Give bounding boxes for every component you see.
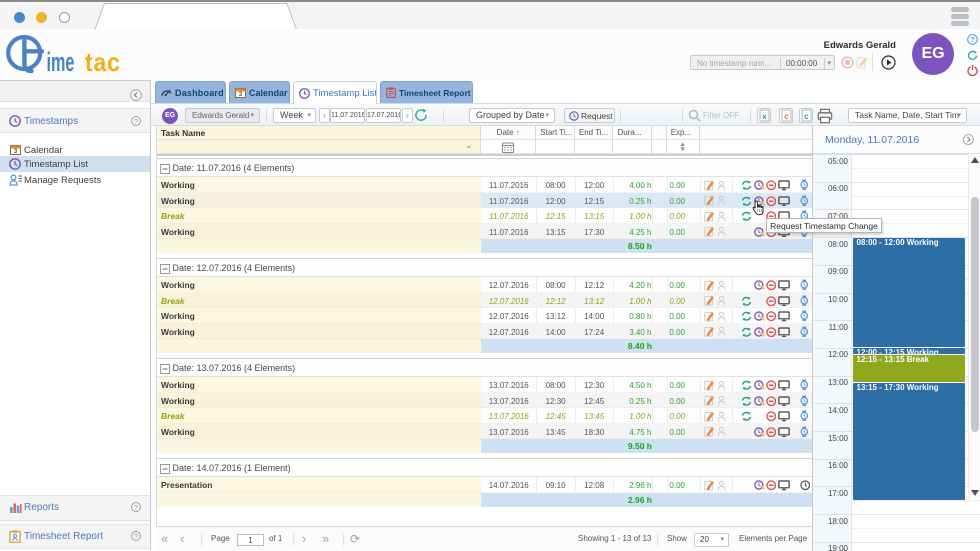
- svg-text:ime: ime: [47, 47, 75, 77]
- svg-text:c: c: [784, 112, 789, 121]
- svg-text:c: c: [804, 112, 809, 121]
- svg-text:tac: tac: [85, 49, 121, 78]
- svg-text:x: x: [762, 112, 767, 121]
- svg-text:?: ?: [970, 35, 975, 44]
